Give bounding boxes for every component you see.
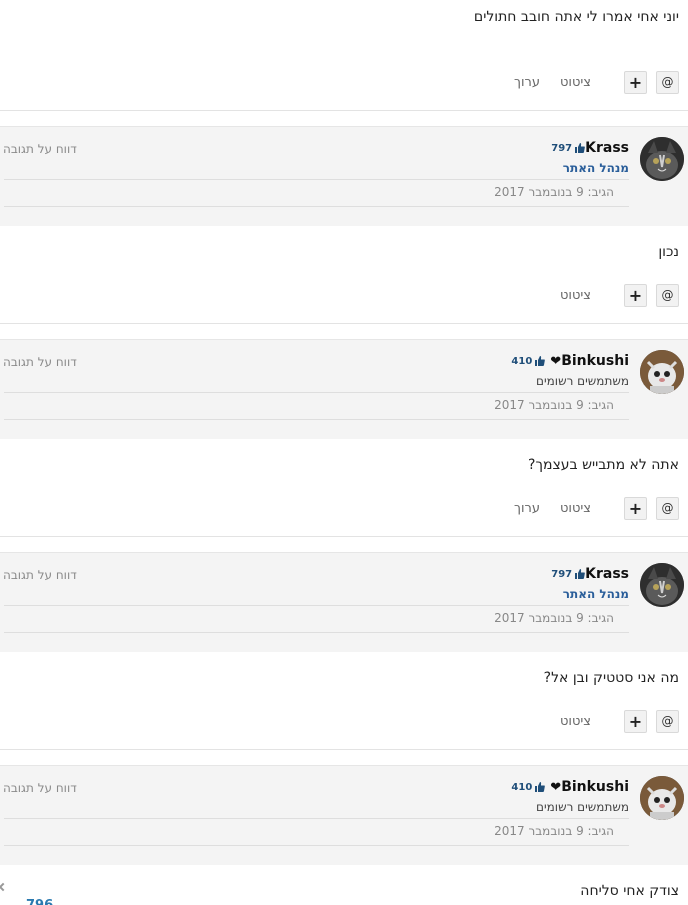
post-author-band: Binkushi ❤ 410 משתמשים רשומים הגיב: 9 בנ… bbox=[0, 339, 688, 439]
divider bbox=[0, 323, 688, 324]
mention-button[interactable]: @ bbox=[656, 496, 679, 520]
plus-button[interactable]: + bbox=[624, 70, 647, 94]
post-text: נכון bbox=[658, 244, 679, 260]
avatar[interactable] bbox=[640, 137, 684, 181]
author-name-text[interactable]: Krass bbox=[585, 566, 629, 582]
post-date: הגיב: 9 בנובמבר 2017 bbox=[494, 824, 614, 838]
post-author-band: Binkushi ❤ 410 משתמשים רשומים הגיב: 9 בנ… bbox=[0, 765, 688, 865]
author-role[interactable]: משתמשים רשומים bbox=[536, 800, 629, 814]
author-name[interactable]: Binkushi ❤ 410 bbox=[503, 779, 629, 795]
author-name-text[interactable]: Krass bbox=[585, 140, 629, 156]
post-body: אתה לא מתבייש בעצמך? @ + ציטוט ערוך bbox=[0, 440, 688, 536]
post-text: צודק אחי סליחה bbox=[580, 883, 679, 899]
divider bbox=[4, 632, 629, 633]
quote-link[interactable]: ציטוט bbox=[560, 501, 591, 516]
heart-icon: ❤ bbox=[550, 353, 562, 369]
post-actions: @ + ציטוט bbox=[560, 709, 679, 733]
reputation-badge: 410 bbox=[511, 355, 546, 367]
quote-link[interactable]: ציטוט bbox=[560, 714, 591, 729]
quote-link[interactable]: ציטוט bbox=[560, 75, 591, 90]
author-name[interactable]: Krass 797 bbox=[543, 140, 629, 156]
thumb-up-icon bbox=[535, 356, 546, 366]
divider bbox=[4, 605, 629, 606]
divider bbox=[4, 392, 629, 393]
report-link[interactable]: דווח על תגובה bbox=[3, 781, 77, 795]
post-actions: @ + ציטוט ערוך bbox=[514, 70, 679, 94]
post-body: מה אני סטטיק ובן אל? @ + ציטוט bbox=[0, 653, 688, 749]
reputation-badge: 410 bbox=[511, 781, 546, 793]
edit-link[interactable]: ערוך bbox=[514, 75, 540, 90]
divider bbox=[4, 179, 629, 180]
plus-button[interactable]: + bbox=[624, 709, 647, 733]
author-role[interactable]: מנהל האתר bbox=[563, 161, 629, 175]
divider bbox=[0, 110, 688, 111]
mention-button[interactable]: @ bbox=[656, 709, 679, 733]
thumb-up-icon bbox=[575, 143, 585, 153]
post-author-band: Krass 797 מנהל האתר הגיב: 9 בנובמבר 2017… bbox=[0, 552, 688, 652]
divider bbox=[4, 845, 629, 846]
post-date: הגיב: 9 בנובמבר 2017 bbox=[494, 611, 614, 625]
reputation-badge: 797 bbox=[551, 569, 585, 580]
author-role[interactable]: משתמשים רשומים bbox=[536, 374, 629, 388]
reputation-count: 410 bbox=[511, 355, 533, 367]
post-date: הגיב: 9 בנובמבר 2017 bbox=[494, 398, 614, 412]
heart-icon: ❤ bbox=[550, 779, 562, 795]
reputation-count: 797 bbox=[551, 568, 573, 580]
divider bbox=[4, 206, 629, 207]
reputation-badge: 797 bbox=[551, 143, 585, 154]
reputation-count: 410 bbox=[511, 781, 533, 793]
mention-button[interactable]: @ bbox=[656, 283, 679, 307]
post-author-band: Krass 797 מנהל האתר הגיב: 9 בנובמבר 2017… bbox=[0, 126, 688, 226]
author-name[interactable]: Binkushi ❤ 410 bbox=[503, 353, 629, 369]
report-link[interactable]: דווח על תגובה bbox=[3, 355, 77, 369]
report-link[interactable]: דווח על תגובה bbox=[3, 142, 77, 156]
post-text: יוני אחי אמרו לי אתה חובב חתולים bbox=[473, 9, 679, 25]
report-link[interactable]: דווח על תגובה bbox=[3, 568, 77, 582]
thumb-up-icon bbox=[575, 569, 585, 579]
mention-button[interactable]: @ bbox=[656, 70, 679, 94]
post-text: אתה לא מתבייש בעצמך? bbox=[528, 457, 679, 473]
author-name[interactable]: Krass 797 bbox=[543, 566, 629, 582]
post-text: מה אני סטטיק ובן אל? bbox=[543, 670, 679, 686]
post-actions: @ + ציטוט ערוך bbox=[514, 496, 679, 520]
author-name-text[interactable]: Binkushi bbox=[561, 779, 629, 795]
divider bbox=[4, 818, 629, 819]
post-actions: @ + ציטוט bbox=[560, 283, 679, 307]
divider bbox=[0, 536, 688, 537]
avatar[interactable] bbox=[640, 563, 684, 607]
author-role[interactable]: מנהל האתר bbox=[563, 587, 629, 601]
avatar[interactable] bbox=[640, 350, 684, 394]
partial-reputation: 796 bbox=[26, 898, 53, 905]
post-body: צודק אחי סליחה bbox=[0, 866, 688, 905]
post-body: יוני אחי אמרו לי אתה חובב חתולים @ + ציט… bbox=[0, 0, 688, 110]
reputation-count: 797 bbox=[551, 142, 573, 154]
quote-link[interactable]: ציטוט bbox=[560, 288, 591, 303]
plus-button[interactable]: + bbox=[624, 496, 647, 520]
divider bbox=[4, 419, 629, 420]
post-date: הגיב: 9 בנובמבר 2017 bbox=[494, 185, 614, 199]
thumb-up-icon bbox=[535, 782, 546, 792]
author-name-text[interactable]: Binkushi bbox=[561, 353, 629, 369]
edit-link[interactable]: ערוך bbox=[514, 501, 540, 516]
avatar[interactable] bbox=[640, 776, 684, 820]
plus-button[interactable]: + bbox=[624, 283, 647, 307]
post-body: נכון @ + ציטוט bbox=[0, 227, 688, 323]
divider bbox=[0, 749, 688, 750]
